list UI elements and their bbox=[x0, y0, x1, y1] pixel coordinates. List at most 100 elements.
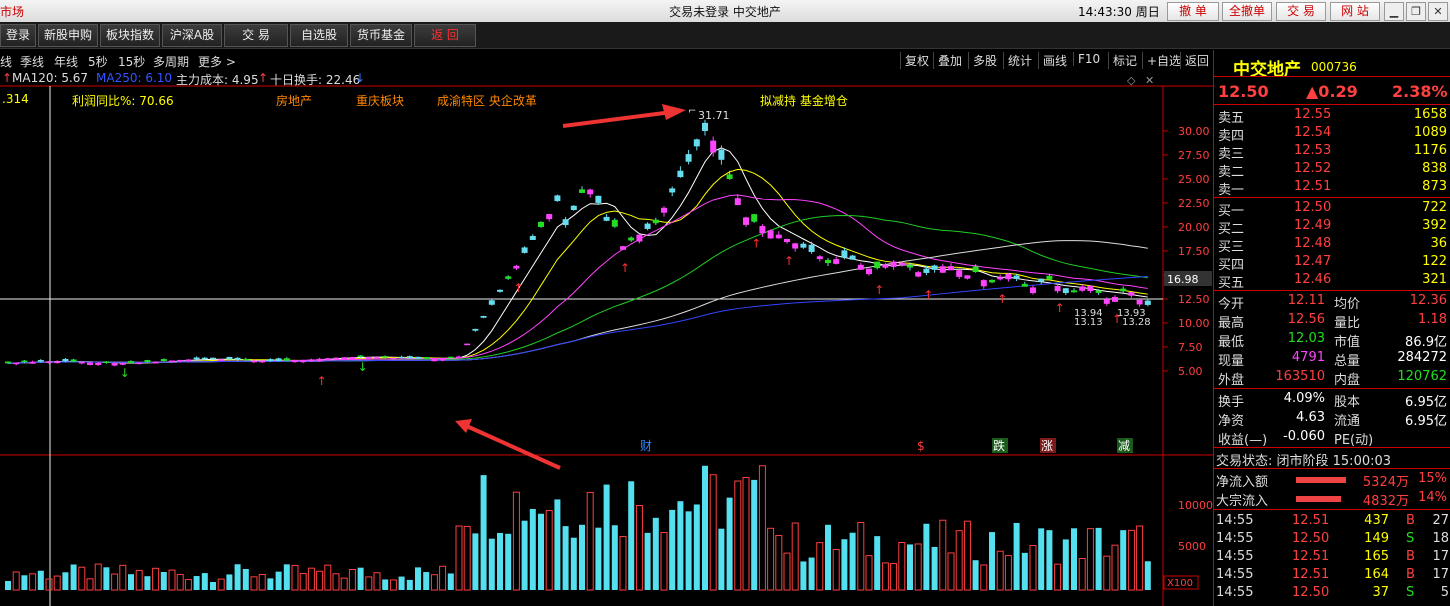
candle[interactable] bbox=[980, 280, 987, 287]
volume-bar[interactable] bbox=[865, 555, 873, 591]
volume-bar[interactable] bbox=[521, 520, 528, 590]
candle[interactable] bbox=[554, 195, 561, 202]
volume-bar[interactable] bbox=[160, 571, 167, 590]
volume-bar[interactable] bbox=[389, 579, 397, 591]
marker-rise[interactable]: 涨 bbox=[1041, 438, 1053, 453]
candle[interactable] bbox=[521, 247, 528, 253]
volume-bar[interactable] bbox=[37, 570, 44, 590]
candle[interactable] bbox=[693, 139, 700, 147]
candle[interactable] bbox=[874, 261, 881, 269]
volume-bar[interactable] bbox=[603, 484, 610, 590]
candle[interactable] bbox=[734, 198, 741, 206]
volume-bar[interactable] bbox=[907, 544, 913, 590]
volume-bar[interactable] bbox=[144, 576, 151, 590]
candle[interactable] bbox=[259, 360, 266, 363]
candle[interactable] bbox=[948, 266, 954, 271]
candle[interactable] bbox=[218, 359, 225, 361]
candle[interactable] bbox=[1013, 275, 1020, 279]
volume-bar[interactable] bbox=[70, 564, 77, 590]
candle[interactable] bbox=[816, 256, 823, 260]
volume-bar[interactable] bbox=[62, 572, 69, 590]
candle[interactable] bbox=[956, 270, 963, 277]
volume-bar[interactable] bbox=[447, 573, 454, 590]
volume-bar[interactable] bbox=[1136, 525, 1144, 591]
candle[interactable] bbox=[423, 357, 430, 359]
volume-bar[interactable] bbox=[1029, 545, 1037, 591]
volume-bar[interactable] bbox=[176, 573, 184, 591]
candle[interactable] bbox=[341, 357, 348, 360]
candle[interactable] bbox=[775, 234, 782, 239]
candle[interactable] bbox=[292, 360, 298, 363]
volume-bar[interactable] bbox=[709, 474, 717, 591]
candle[interactable] bbox=[497, 289, 503, 292]
candle[interactable] bbox=[62, 358, 69, 362]
candle[interactable] bbox=[898, 262, 905, 266]
volume-bar[interactable] bbox=[989, 532, 995, 590]
volume-bar[interactable] bbox=[718, 528, 725, 590]
candle[interactable] bbox=[37, 360, 44, 362]
candle[interactable] bbox=[251, 360, 257, 363]
candle[interactable] bbox=[226, 356, 233, 360]
candle[interactable] bbox=[972, 266, 979, 273]
volume-bar[interactable] bbox=[332, 573, 340, 591]
volume-bar[interactable] bbox=[980, 564, 988, 591]
candle[interactable] bbox=[1136, 299, 1143, 305]
candle[interactable] bbox=[890, 261, 897, 267]
candle[interactable] bbox=[562, 219, 569, 226]
candle[interactable] bbox=[825, 259, 831, 264]
volume-bar[interactable] bbox=[1095, 527, 1102, 590]
volume-bar[interactable] bbox=[348, 568, 356, 591]
volume-bar[interactable] bbox=[480, 475, 487, 590]
volume-bar[interactable] bbox=[119, 564, 127, 591]
marker-reduce[interactable]: 减 bbox=[1118, 439, 1130, 453]
candle[interactable] bbox=[702, 122, 708, 131]
candle[interactable] bbox=[620, 246, 626, 250]
volume-bar[interactable] bbox=[184, 579, 192, 591]
candle[interactable] bbox=[169, 360, 175, 363]
candle[interactable] bbox=[152, 361, 159, 364]
candle[interactable] bbox=[595, 195, 602, 203]
cancel-all-button[interactable]: 全撤单 bbox=[1222, 2, 1272, 21]
bid-row[interactable]: 买一 12.50 722 bbox=[1214, 199, 1450, 219]
candle[interactable] bbox=[1103, 299, 1110, 304]
volume-bar[interactable] bbox=[808, 557, 815, 590]
ask-row[interactable]: 卖四 12.54 1089 bbox=[1214, 124, 1450, 144]
candle[interactable] bbox=[242, 358, 249, 361]
candle[interactable] bbox=[587, 189, 594, 195]
tick-row[interactable]: 14:55 12.50 37 S 5 bbox=[1214, 584, 1450, 602]
tick-row[interactable]: 14:55 12.51 165 B 17 bbox=[1214, 548, 1450, 566]
candle[interactable] bbox=[636, 234, 643, 242]
candle[interactable] bbox=[357, 355, 364, 357]
candle[interactable] bbox=[415, 356, 421, 359]
candle[interactable] bbox=[300, 359, 307, 363]
candle[interactable] bbox=[923, 268, 930, 273]
volume-bar[interactable] bbox=[299, 573, 307, 591]
bid-row[interactable]: 买四 12.47 122 bbox=[1214, 253, 1450, 273]
candle[interactable] bbox=[210, 357, 216, 360]
candle[interactable] bbox=[710, 140, 717, 153]
candle[interactable] bbox=[677, 170, 684, 178]
candle[interactable] bbox=[808, 244, 815, 252]
volume-bar[interactable] bbox=[94, 563, 102, 591]
volume-bar[interactable] bbox=[890, 563, 898, 591]
candle[interactable] bbox=[87, 362, 93, 365]
volume-bar[interactable] bbox=[291, 564, 299, 591]
volume-bar[interactable] bbox=[415, 567, 421, 590]
candle[interactable] bbox=[759, 226, 766, 234]
volume-bar[interactable] bbox=[430, 574, 438, 591]
volume-bar[interactable] bbox=[832, 549, 840, 591]
volume-bar[interactable] bbox=[644, 532, 651, 590]
candle[interactable] bbox=[1046, 275, 1053, 280]
candle[interactable] bbox=[374, 357, 380, 359]
candle[interactable] bbox=[644, 223, 651, 229]
candle[interactable] bbox=[1087, 285, 1094, 292]
bid-row[interactable]: 买二 12.49 392 bbox=[1214, 217, 1450, 237]
candle[interactable] bbox=[505, 276, 512, 279]
volume-bar[interactable] bbox=[579, 524, 585, 590]
volume-bar[interactable] bbox=[250, 576, 258, 591]
candle[interactable] bbox=[29, 361, 36, 364]
candle[interactable] bbox=[431, 358, 438, 362]
volume-bar[interactable] bbox=[1062, 539, 1069, 590]
candle[interactable] bbox=[833, 259, 840, 264]
volume-bar[interactable] bbox=[1127, 529, 1135, 591]
